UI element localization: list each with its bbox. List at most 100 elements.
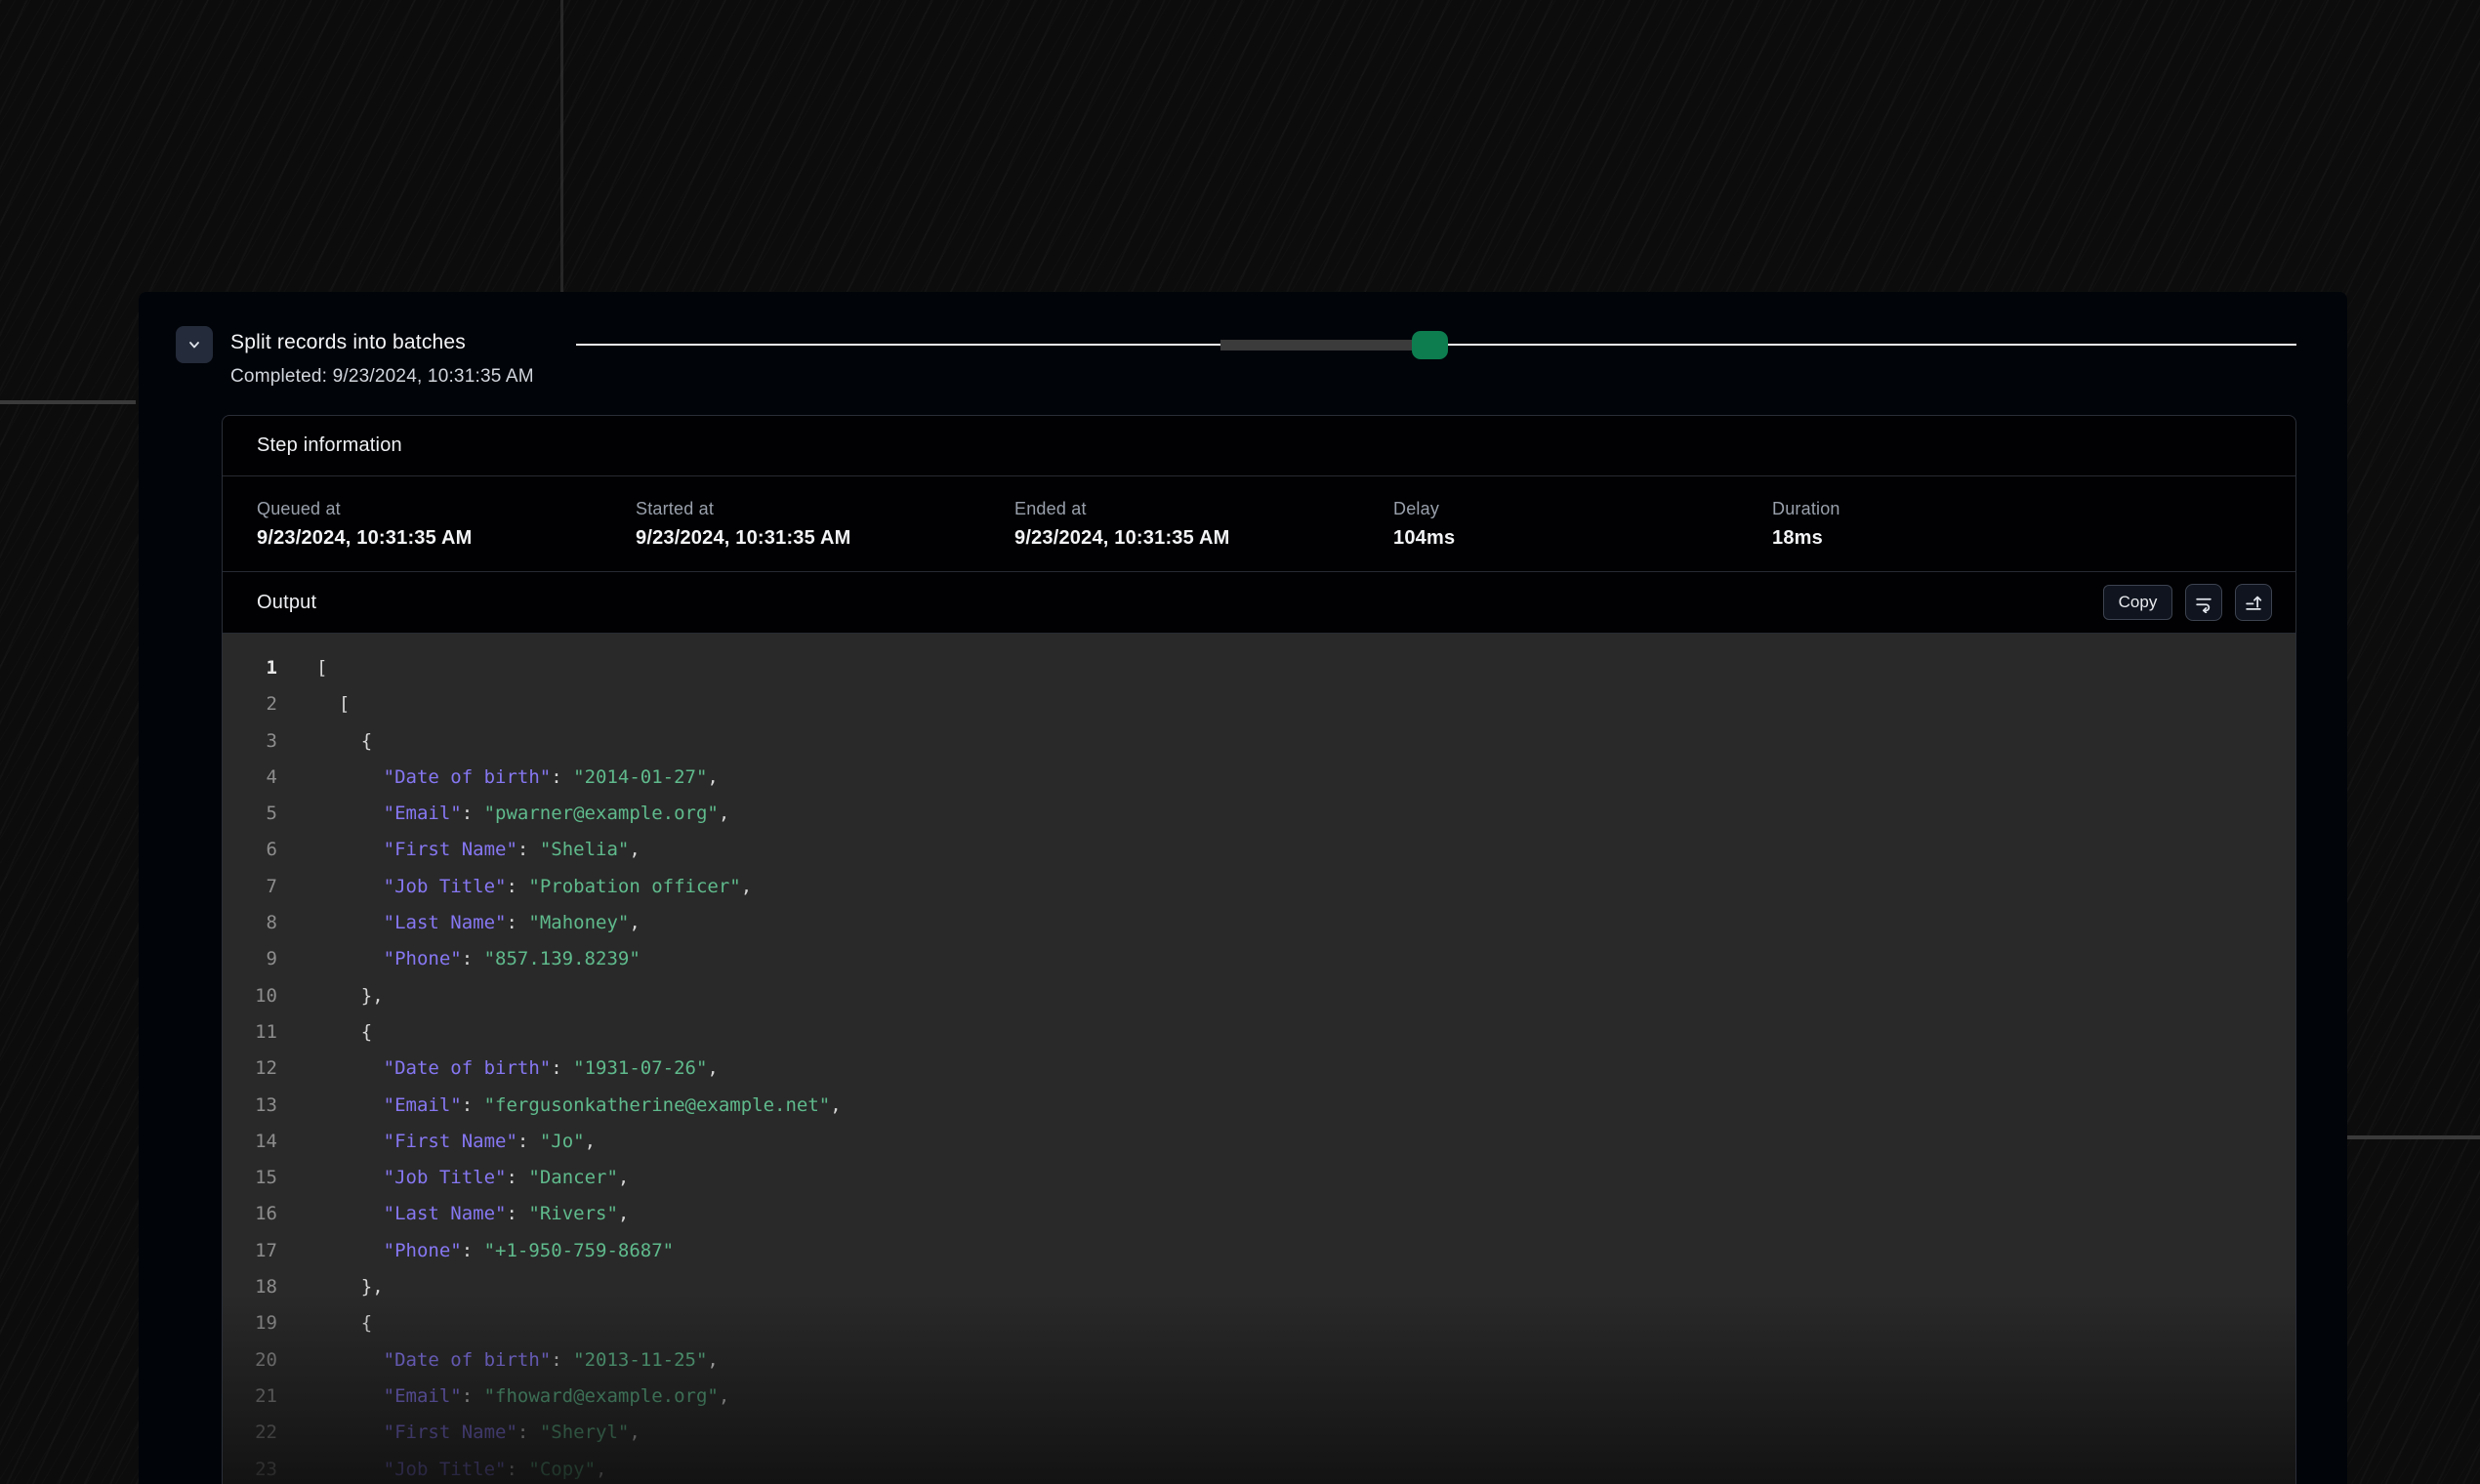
line-number: 9 xyxy=(223,941,277,977)
background-edge-line-left xyxy=(0,400,136,404)
line-content: "Job Title": "Copy", xyxy=(277,1452,606,1484)
code-line: 3 { xyxy=(223,723,2295,760)
output-header: Output Copy xyxy=(223,572,2295,634)
code-line: 8 "Last Name": "Mahoney", xyxy=(223,905,2295,941)
line-content: "Job Title": "Dancer", xyxy=(277,1160,629,1196)
code-line: 20 "Date of birth": "2013-11-25", xyxy=(223,1342,2295,1379)
code-line: 16 "Last Name": "Rivers", xyxy=(223,1196,2295,1232)
code-line: 1[ xyxy=(223,650,2295,686)
metadata-value: 9/23/2024, 10:31:35 AM xyxy=(1014,527,1393,550)
line-content: "Date of birth": "2014-01-27", xyxy=(277,760,719,796)
line-content: "Date of birth": "2013-11-25", xyxy=(277,1342,719,1379)
line-content: "Email": "pwarner@example.org", xyxy=(277,796,729,832)
metadata-value: 9/23/2024, 10:31:35 AM xyxy=(257,527,636,550)
line-content: "First Name": "Sheryl", xyxy=(277,1415,641,1451)
chevron-down-icon xyxy=(186,337,202,352)
line-number: 1 xyxy=(223,650,277,686)
collapse-step-button[interactable] xyxy=(176,326,213,363)
line-number: 10 xyxy=(223,978,277,1014)
metadata-value: 18ms xyxy=(1772,527,2261,550)
line-content: "Last Name": "Rivers", xyxy=(277,1196,629,1232)
line-number: 3 xyxy=(223,723,277,760)
timeline-step-marker[interactable] xyxy=(1412,331,1448,359)
code-line: 7 "Job Title": "Probation officer", xyxy=(223,869,2295,905)
line-number: 13 xyxy=(223,1088,277,1124)
code-line: 6 "First Name": "Shelia", xyxy=(223,832,2295,868)
code-line: 17 "Phone": "+1-950-759-8687" xyxy=(223,1233,2295,1269)
line-content: "Date of birth": "1931-07-26", xyxy=(277,1051,719,1087)
metadata-label: Queued at xyxy=(257,499,636,519)
line-number: 20 xyxy=(223,1342,277,1379)
line-number: 16 xyxy=(223,1196,277,1232)
line-content: { xyxy=(277,1305,372,1341)
step-information-title: Step information xyxy=(257,434,402,457)
line-number: 5 xyxy=(223,796,277,832)
step-metadata-row: Queued at 9/23/2024, 10:31:35 AM Started… xyxy=(223,476,2295,572)
code-line: 23 "Job Title": "Copy", xyxy=(223,1452,2295,1484)
line-content: "First Name": "Jo", xyxy=(277,1124,596,1160)
line-number: 6 xyxy=(223,832,277,868)
code-line: 5 "Email": "pwarner@example.org", xyxy=(223,796,2295,832)
code-line: 21 "Email": "fhoward@example.org", xyxy=(223,1379,2295,1415)
scroll-to-top-button[interactable] xyxy=(2235,584,2272,621)
background-vertical-line xyxy=(560,0,563,292)
line-content: "Phone": "+1-950-759-8687" xyxy=(277,1233,674,1269)
metadata-label: Started at xyxy=(636,499,1014,519)
line-content: }, xyxy=(277,1269,384,1305)
line-content: [ xyxy=(277,650,327,686)
line-content: { xyxy=(277,1014,372,1051)
code-line: 15 "Job Title": "Dancer", xyxy=(223,1160,2295,1196)
metadata-ended-at: Ended at 9/23/2024, 10:31:35 AM xyxy=(1014,499,1393,550)
code-line: 9 "Phone": "857.139.8239" xyxy=(223,941,2295,977)
line-number: 23 xyxy=(223,1452,277,1484)
line-number: 22 xyxy=(223,1415,277,1451)
metadata-delay: Delay 104ms xyxy=(1393,499,1772,550)
line-content: [ xyxy=(277,686,350,722)
metadata-queued-at: Queued at 9/23/2024, 10:31:35 AM xyxy=(257,499,636,550)
line-number: 18 xyxy=(223,1269,277,1305)
metadata-started-at: Started at 9/23/2024, 10:31:35 AM xyxy=(636,499,1014,550)
metadata-label: Ended at xyxy=(1014,499,1393,519)
step-detail-panel: Split records into batches Completed: 9/… xyxy=(139,292,2347,1484)
line-number: 8 xyxy=(223,905,277,941)
code-line: 4 "Date of birth": "2014-01-27", xyxy=(223,760,2295,796)
metadata-label: Delay xyxy=(1393,499,1772,519)
output-code-viewer[interactable]: 1[2 [3 {4 "Date of birth": "2014-01-27",… xyxy=(223,634,2295,1484)
code-line: 12 "Date of birth": "1931-07-26", xyxy=(223,1051,2295,1087)
output-title: Output xyxy=(257,592,316,614)
metadata-label: Duration xyxy=(1772,499,2261,519)
step-timeline[interactable] xyxy=(576,333,2296,356)
code-line: 10 }, xyxy=(223,978,2295,1014)
code-line: 18 }, xyxy=(223,1269,2295,1305)
line-number: 4 xyxy=(223,760,277,796)
step-information-header: Step information xyxy=(223,416,2295,476)
line-content: "Last Name": "Mahoney", xyxy=(277,905,641,941)
background-edge-line-right xyxy=(2347,1135,2480,1139)
metadata-value: 9/23/2024, 10:31:35 AM xyxy=(636,527,1014,550)
wrap-text-icon xyxy=(2193,592,2214,613)
line-content: { xyxy=(277,723,372,760)
line-number: 7 xyxy=(223,869,277,905)
line-content: "Email": "fergusonkatherine@example.net"… xyxy=(277,1088,842,1124)
step-title: Split records into batches xyxy=(230,331,466,354)
wrap-text-button[interactable] xyxy=(2185,584,2222,621)
line-number: 19 xyxy=(223,1305,277,1341)
line-content: }, xyxy=(277,978,384,1014)
scroll-top-icon xyxy=(2243,592,2264,613)
line-number: 21 xyxy=(223,1379,277,1415)
line-content: "First Name": "Shelia", xyxy=(277,832,641,868)
line-number: 17 xyxy=(223,1233,277,1269)
line-content: "Email": "fhoward@example.org", xyxy=(277,1379,729,1415)
step-information-card: Step information Queued at 9/23/2024, 10… xyxy=(222,415,2296,1484)
timeline-queue-segment xyxy=(1220,340,1412,350)
metadata-duration: Duration 18ms xyxy=(1772,499,2261,550)
line-number: 15 xyxy=(223,1160,277,1196)
code-line: 14 "First Name": "Jo", xyxy=(223,1124,2295,1160)
line-number: 12 xyxy=(223,1051,277,1087)
copy-output-button[interactable]: Copy xyxy=(2103,585,2172,620)
line-content: "Phone": "857.139.8239" xyxy=(277,941,641,977)
code-line: 13 "Email": "fergusonkatherine@example.n… xyxy=(223,1088,2295,1124)
line-content: "Job Title": "Probation officer", xyxy=(277,869,752,905)
code-line: 11 { xyxy=(223,1014,2295,1051)
line-number: 11 xyxy=(223,1014,277,1051)
